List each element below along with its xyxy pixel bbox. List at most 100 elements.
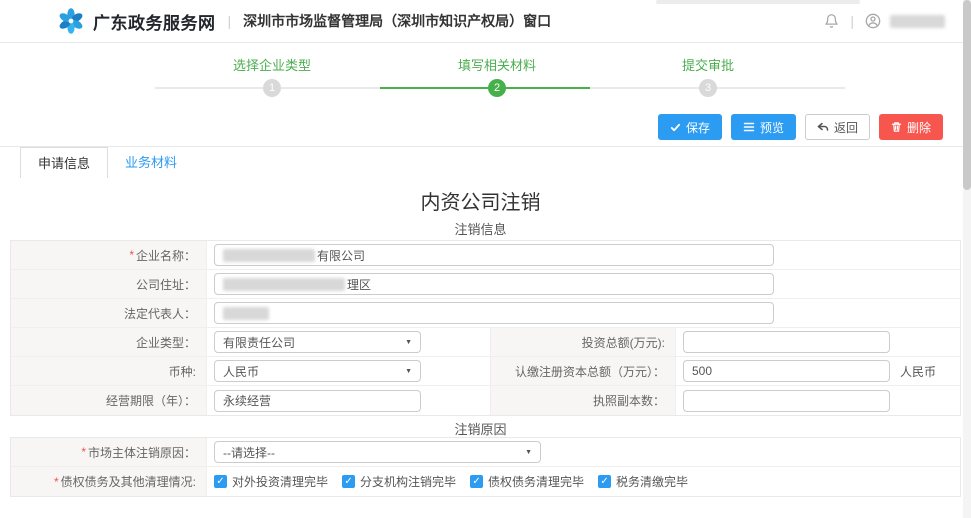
chevron-down-icon: ▼	[405, 368, 412, 375]
row-type-investment: 企业类型： 有限责任公司 ▼ 投资总额(万元):	[11, 328, 960, 357]
save-button[interactable]: 保存	[658, 114, 722, 140]
section-title-info: 注销信息	[0, 219, 961, 238]
form-tabs: 申请信息 业务材料	[20, 147, 194, 178]
checkbox-checked-icon: ✓	[470, 475, 483, 488]
license-copies-label: 执照副本数：	[490, 386, 676, 415]
row-cancellation-reason: * 市场主体注销原因： --请选择-- ▼	[11, 438, 960, 467]
selected-value: 有限责任公司	[223, 334, 295, 351]
license-copies-input[interactable]	[683, 390, 890, 412]
currency-label: 币种:	[11, 357, 207, 385]
chevron-down-icon: ▼	[405, 339, 412, 346]
row-enterprise-name: * 企业名称： 有限公司	[11, 241, 960, 270]
step-label: 填写相关材料	[417, 55, 577, 74]
label-text: 债权债务及其他清理情况:	[61, 473, 196, 490]
currency-cell: 人民币 ▼	[207, 357, 490, 385]
header-divider: |	[228, 13, 232, 29]
enterprise-name-cell: 有限公司	[207, 241, 960, 269]
site-brand: 广东政务服务网	[93, 9, 216, 34]
page: 广东政务服务网 | 深圳市市场监督管理局（深圳市知识产权局）窗口 | 选择企业类…	[0, 0, 971, 518]
checkbox-label: 债权债务清理完毕	[488, 473, 584, 490]
legal-representative-input[interactable]	[214, 302, 774, 324]
row-term-license: 经营期限（年）： 永续经营 执照副本数：	[11, 386, 960, 415]
checkbox-label: 税务清缴完毕	[616, 473, 688, 490]
back-arrow-icon	[817, 121, 829, 133]
bell-icon[interactable]	[824, 13, 839, 29]
step-label: 提交审批	[628, 55, 788, 74]
row-clearance-status: * 债权债务及其他清理情况: ✓ 对外投资清理完毕 ✓ 分支机构注销完毕 ✓ 债…	[11, 467, 960, 496]
investment-total-label: 投资总额(万元):	[490, 328, 676, 356]
redacted-company-name	[223, 249, 315, 262]
user-avatar-icon[interactable]	[865, 13, 881, 29]
action-toolbar: 保存 预览 返回 删除	[0, 114, 943, 140]
required-mark: *	[129, 248, 134, 262]
investment-total-input[interactable]	[683, 331, 890, 353]
clearance-status-label: * 债权债务及其他清理情况:	[11, 467, 207, 496]
enterprise-type-select[interactable]: 有限责任公司 ▼	[214, 331, 421, 353]
tab-application-info[interactable]: 申请信息	[20, 147, 108, 178]
currency-suffix: 人民币	[900, 363, 936, 380]
trash-icon	[891, 121, 902, 133]
currency-select[interactable]: 人民币 ▼	[214, 360, 421, 382]
business-term-input[interactable]: 永续经营	[214, 390, 421, 412]
step-number-badge: 1	[263, 79, 281, 97]
row-currency-capital: 币种: 人民币 ▼ 认缴注册资本总额（万元）： 500 人民币	[11, 357, 960, 386]
back-button-label: 返回	[834, 119, 858, 136]
license-copies-cell	[676, 386, 960, 415]
checkbox-taxes-settled[interactable]: ✓ 税务清缴完毕	[598, 473, 688, 490]
username-redacted[interactable]	[890, 15, 945, 28]
label-text: 投资总额(万元):	[582, 334, 665, 351]
stepper-track-active	[380, 87, 590, 89]
checkbox-checked-icon: ✓	[598, 475, 611, 488]
header-right: |	[824, 13, 945, 29]
company-address-label: 公司住址：	[11, 270, 207, 298]
subscribed-capital-cell: 500 人民币	[676, 357, 960, 385]
enterprise-name-input[interactable]: 有限公司	[214, 244, 774, 266]
cancellation-reason-cell: --请选择-- ▼	[207, 438, 960, 466]
label-text: 企业名称：	[136, 247, 196, 264]
back-button[interactable]: 返回	[805, 114, 870, 140]
label-text: 执照副本数：	[593, 392, 665, 409]
checkbox-external-investment-cleared[interactable]: ✓ 对外投资清理完毕	[214, 473, 328, 490]
selected-value: --请选择--	[223, 444, 275, 461]
chevron-down-icon: ▼	[525, 449, 532, 456]
visible-value: 有限公司	[317, 247, 365, 264]
enterprise-type-label: 企业类型：	[11, 328, 207, 356]
vertical-scrollbar[interactable]	[963, 0, 971, 518]
cancellation-reason-select[interactable]: --请选择-- ▼	[214, 441, 541, 463]
deregistration-info-table: * 企业名称： 有限公司 公司住址： 理区	[10, 240, 961, 416]
step-number-badge: 3	[699, 79, 717, 97]
required-mark: *	[54, 475, 59, 489]
legal-representative-label: 法定代表人：	[11, 299, 207, 327]
row-company-address: 公司住址： 理区	[11, 270, 960, 299]
label-text: 公司住址：	[136, 276, 196, 293]
page-title: 内资公司注销	[0, 186, 961, 215]
save-button-label: 保存	[686, 119, 710, 136]
clearance-status-cell: ✓ 对外投资清理完毕 ✓ 分支机构注销完毕 ✓ 债权债务清理完毕 ✓ 税务清缴完…	[207, 467, 960, 496]
delete-button-label: 删除	[907, 119, 931, 136]
label-text: 经营期限（年）：	[106, 392, 196, 409]
company-address-input[interactable]: 理区	[214, 273, 774, 295]
delete-button[interactable]: 删除	[879, 114, 943, 140]
label-text: 币种:	[169, 363, 196, 380]
checkbox-branches-deregistered[interactable]: ✓ 分支机构注销完毕	[342, 473, 456, 490]
visible-value: 理区	[347, 276, 371, 293]
input-value: 永续经营	[223, 392, 271, 409]
subscribed-capital-input[interactable]: 500	[683, 360, 890, 382]
subscribed-capital-label: 认缴注册资本总额（万元）：	[490, 357, 676, 385]
preview-button[interactable]: 预览	[731, 114, 796, 140]
check-icon	[670, 122, 681, 133]
checkbox-label: 分支机构注销完毕	[360, 473, 456, 490]
company-address-cell: 理区	[207, 270, 960, 298]
tab-business-materials[interactable]: 业务材料	[108, 147, 194, 178]
business-term-cell: 永续经营	[207, 386, 490, 415]
redacted-person-name	[223, 307, 269, 320]
selected-value: 人民币	[223, 363, 259, 380]
checkbox-checked-icon: ✓	[214, 475, 227, 488]
window-title: 深圳市市场监督管理局（深圳市知识产权局）窗口	[243, 11, 551, 31]
scrollbar-thumb[interactable]	[963, 0, 971, 190]
progress-stepper: 选择企业类型 1 填写相关材料 2 提交审批 3	[0, 43, 971, 115]
row-legal-representative: 法定代表人：	[11, 299, 960, 328]
section-title-reason: 注销原因	[0, 419, 961, 438]
checkbox-debts-cleared[interactable]: ✓ 债权债务清理完毕	[470, 473, 584, 490]
enterprise-name-label: * 企业名称：	[11, 241, 207, 269]
